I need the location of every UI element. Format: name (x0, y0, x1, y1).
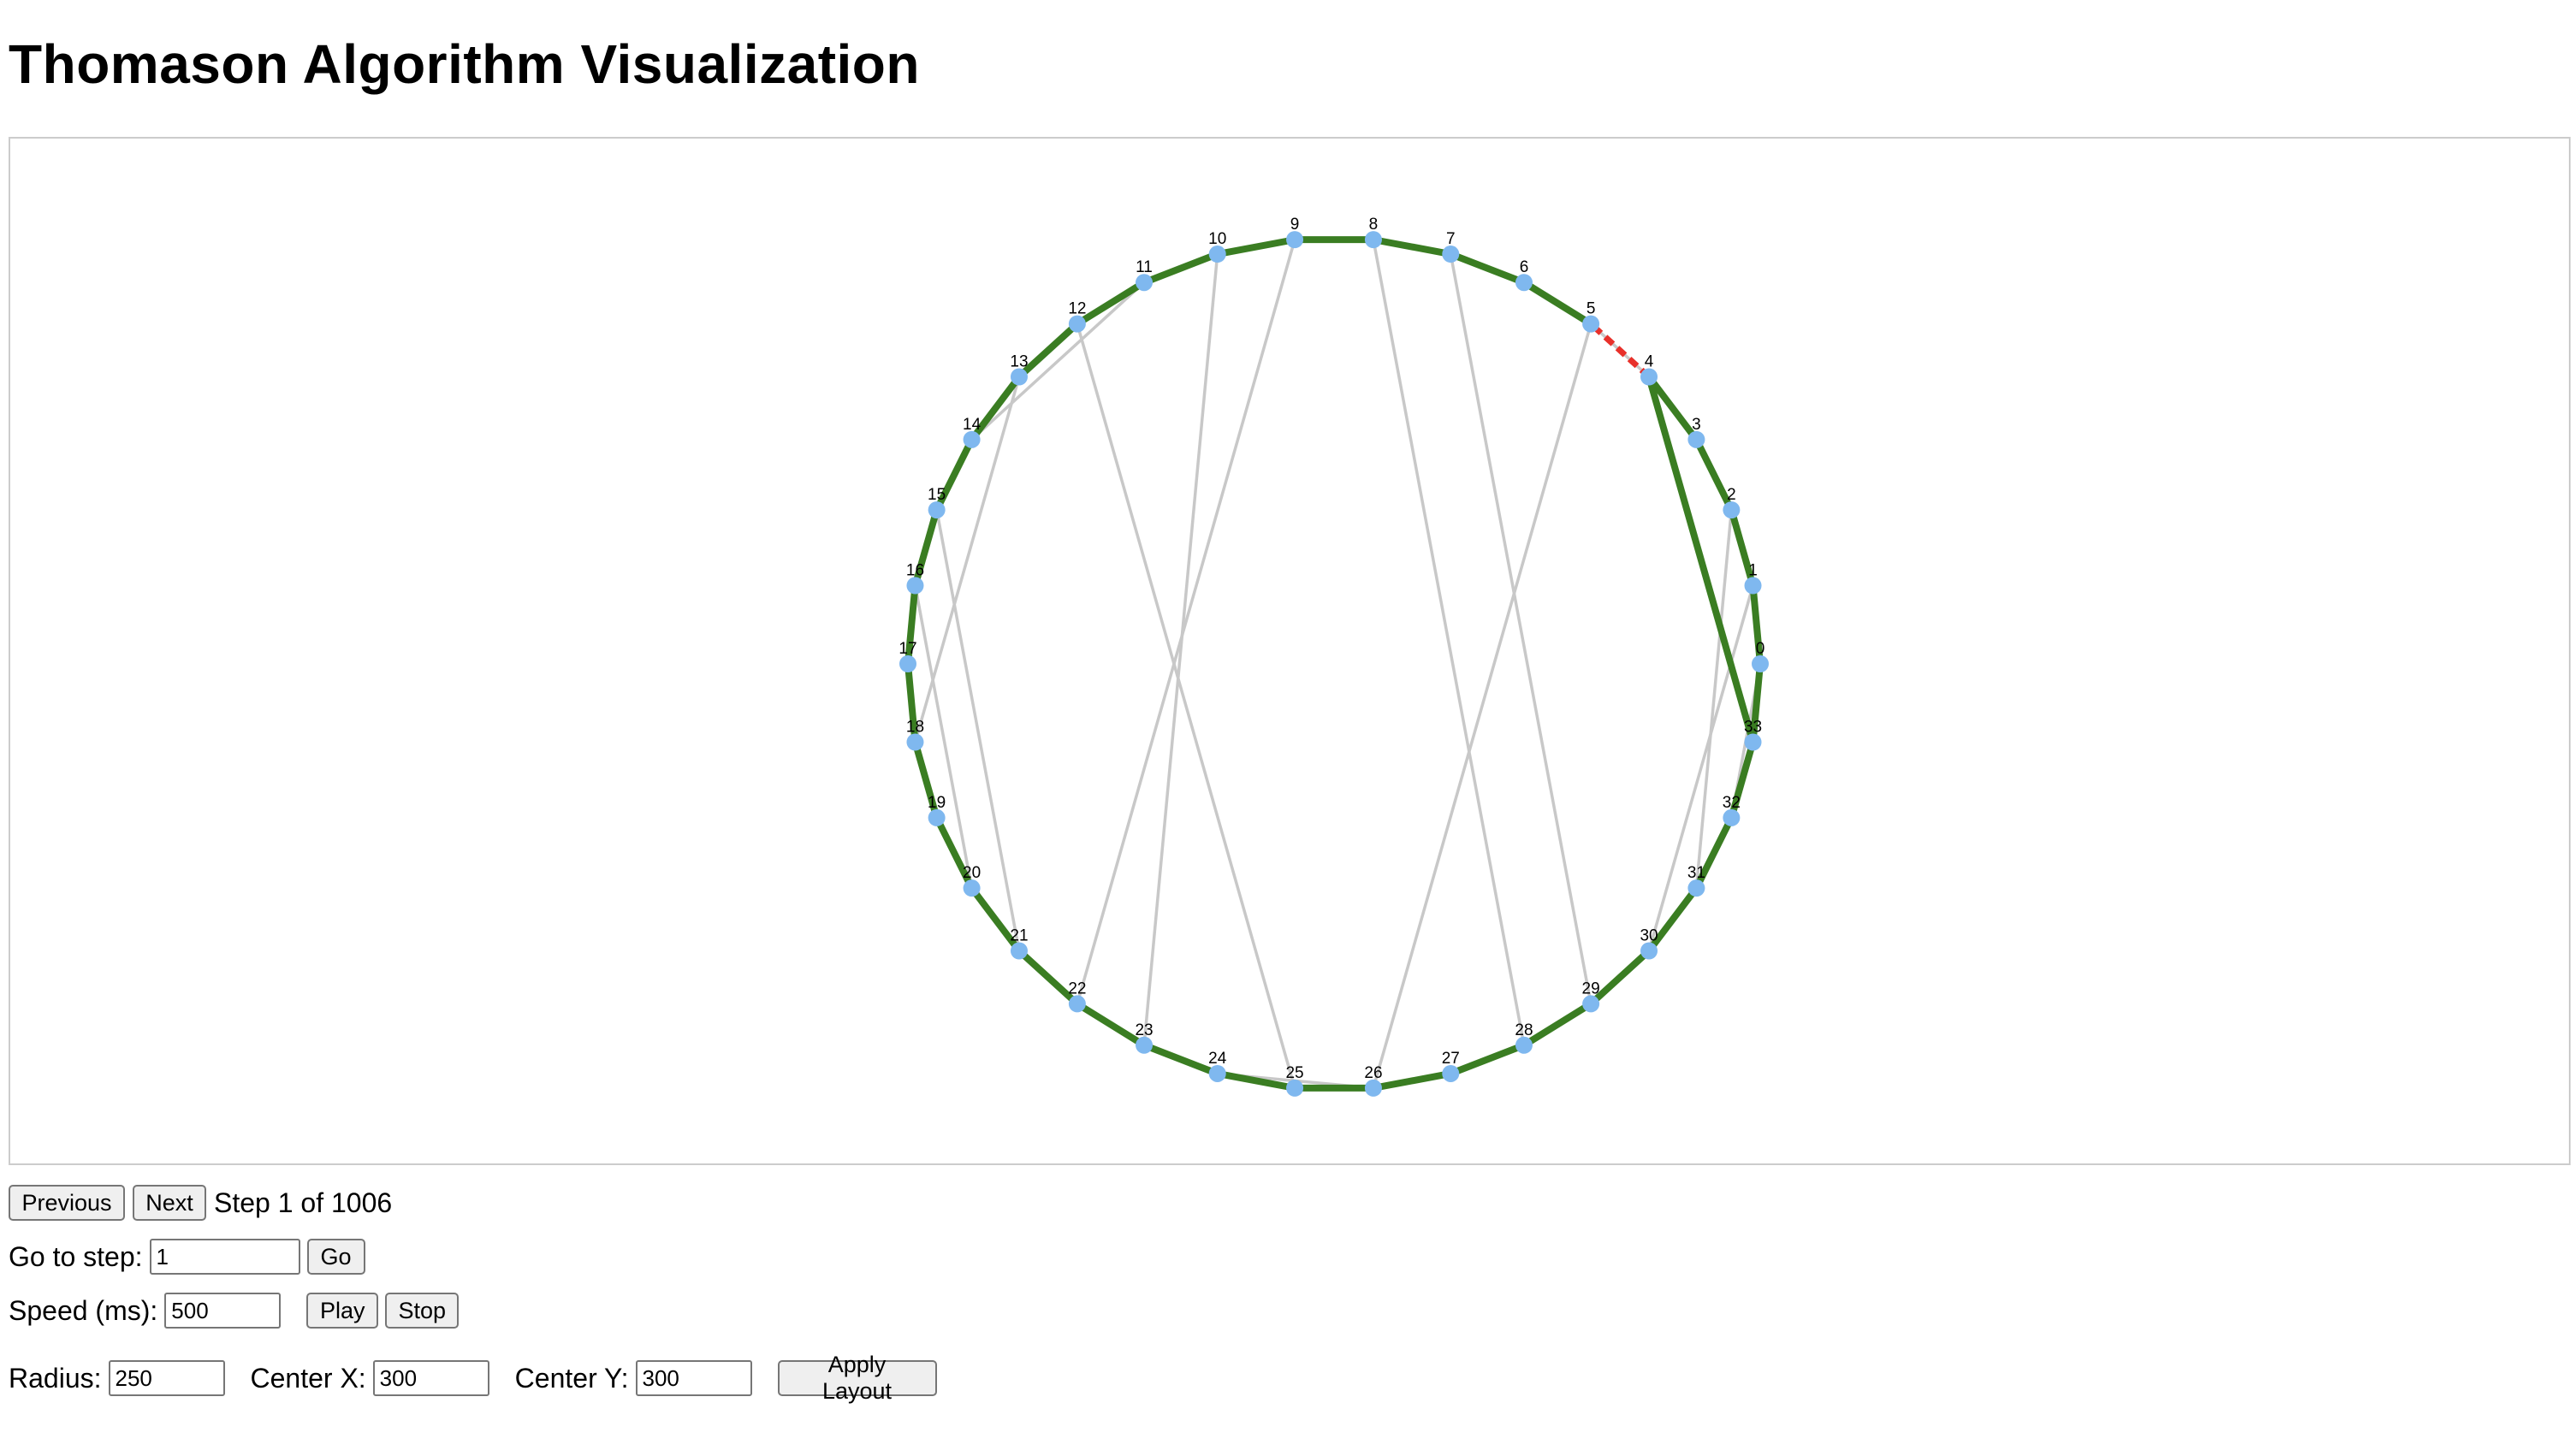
cycle-edge (1646, 373, 1757, 746)
center-x-input[interactable] (372, 1360, 489, 1396)
graph-edge (1076, 238, 1296, 1006)
node-label: 14 (963, 416, 982, 434)
node-label: 29 (1582, 980, 1600, 997)
graph-edge (1647, 583, 1755, 953)
node-label: 10 (1208, 230, 1226, 248)
cycle-edge (1447, 251, 1527, 287)
graph-canvas: 0 1 2 3 4 5 6 7 8 9 10 11 12 13 14 15 16 17 18 19 20 21 22 23 24… (9, 137, 2571, 1165)
node-label: 9 (1290, 216, 1300, 234)
center-y-input[interactable] (635, 1360, 752, 1396)
play-button[interactable]: Play (306, 1293, 379, 1329)
node-label: 20 (963, 864, 981, 882)
cycle-edge (1369, 236, 1455, 258)
goto-step-row: Go to step: Go (9, 1239, 365, 1275)
cycle-edge (1369, 1069, 1455, 1092)
node-label: 0 (1756, 640, 1765, 658)
node-label: 24 (1208, 1050, 1227, 1068)
cycle-edge (1073, 279, 1148, 328)
center-x-label: Center X: (250, 1362, 366, 1394)
graph-edge (1372, 322, 1592, 1090)
graph-node[interactable] (1752, 655, 1769, 672)
cycle-edge (1520, 279, 1595, 328)
graph-node[interactable] (899, 655, 916, 672)
page-title: Thomason Algorithm Visualization (9, 33, 920, 95)
node-label: 2 (1727, 486, 1736, 504)
node-label: 3 (1692, 416, 1701, 434)
cycle-edge (1447, 1041, 1527, 1077)
node-label: 22 (1068, 980, 1086, 997)
node-label: 19 (928, 794, 946, 812)
radius-input[interactable] (108, 1360, 225, 1396)
node-label: 18 (906, 719, 924, 737)
node-label: 7 (1446, 230, 1456, 248)
node-label: 6 (1520, 258, 1529, 276)
speed-row: Speed (ms): Play Stop (9, 1293, 460, 1329)
graph-edge (913, 583, 974, 890)
apply-layout-button[interactable]: Apply Layout (777, 1352, 937, 1404)
node-label: 8 (1369, 216, 1379, 234)
node-label: 16 (906, 561, 924, 579)
graph-svg: 0123456789101112131415161718192021222324… (899, 216, 1769, 1097)
radius-label: Radius: (9, 1362, 102, 1394)
node-label: 12 (1068, 300, 1086, 318)
node-label: 5 (1587, 300, 1596, 318)
node-label: 25 (1285, 1064, 1303, 1082)
layout-row: Radius: Center X: Center Y: Apply Layout (9, 1352, 937, 1404)
goto-step-input[interactable] (149, 1239, 300, 1275)
goto-step-label: Go to step: (9, 1240, 143, 1272)
node-label: 4 (1645, 352, 1654, 370)
cycle-edge (1141, 251, 1221, 287)
previous-button[interactable]: Previous (9, 1185, 125, 1221)
node-label: 21 (1010, 927, 1028, 945)
node-label: 23 (1135, 1021, 1153, 1039)
cycle-edge (1520, 1000, 1595, 1049)
node-label: 31 (1687, 864, 1705, 882)
node-label: 30 (1640, 927, 1658, 945)
node-label: 32 (1723, 794, 1741, 812)
step-navigation: Previous Next Step 1 of 1006 (9, 1185, 392, 1221)
graph-edge (1142, 252, 1219, 1047)
node-label: 11 (1136, 258, 1153, 276)
go-button[interactable]: Go (306, 1239, 365, 1275)
cycle-edge (1213, 236, 1299, 258)
speed-input[interactable] (164, 1293, 282, 1329)
node-label: 28 (1515, 1021, 1533, 1039)
node-label: 15 (928, 486, 946, 504)
next-button[interactable]: Next (133, 1185, 206, 1221)
node-label: 13 (1010, 352, 1028, 370)
node-label: 26 (1364, 1064, 1382, 1082)
node-label: 33 (1744, 719, 1762, 737)
cycle-edge (1141, 1041, 1221, 1077)
cycle-edge (1073, 1000, 1148, 1049)
node-label: 17 (899, 640, 916, 658)
node-label: 27 (1442, 1050, 1460, 1068)
step-indicator: Step 1 of 1006 (214, 1187, 393, 1218)
center-y-label: Center Y: (514, 1362, 629, 1394)
node-label: 1 (1748, 561, 1758, 579)
stop-button[interactable]: Stop (385, 1293, 460, 1329)
speed-label: Speed (ms): (9, 1294, 158, 1326)
graph-edge (970, 281, 1146, 441)
graph-edge (1449, 252, 1592, 1006)
graph-edge (1076, 322, 1296, 1090)
